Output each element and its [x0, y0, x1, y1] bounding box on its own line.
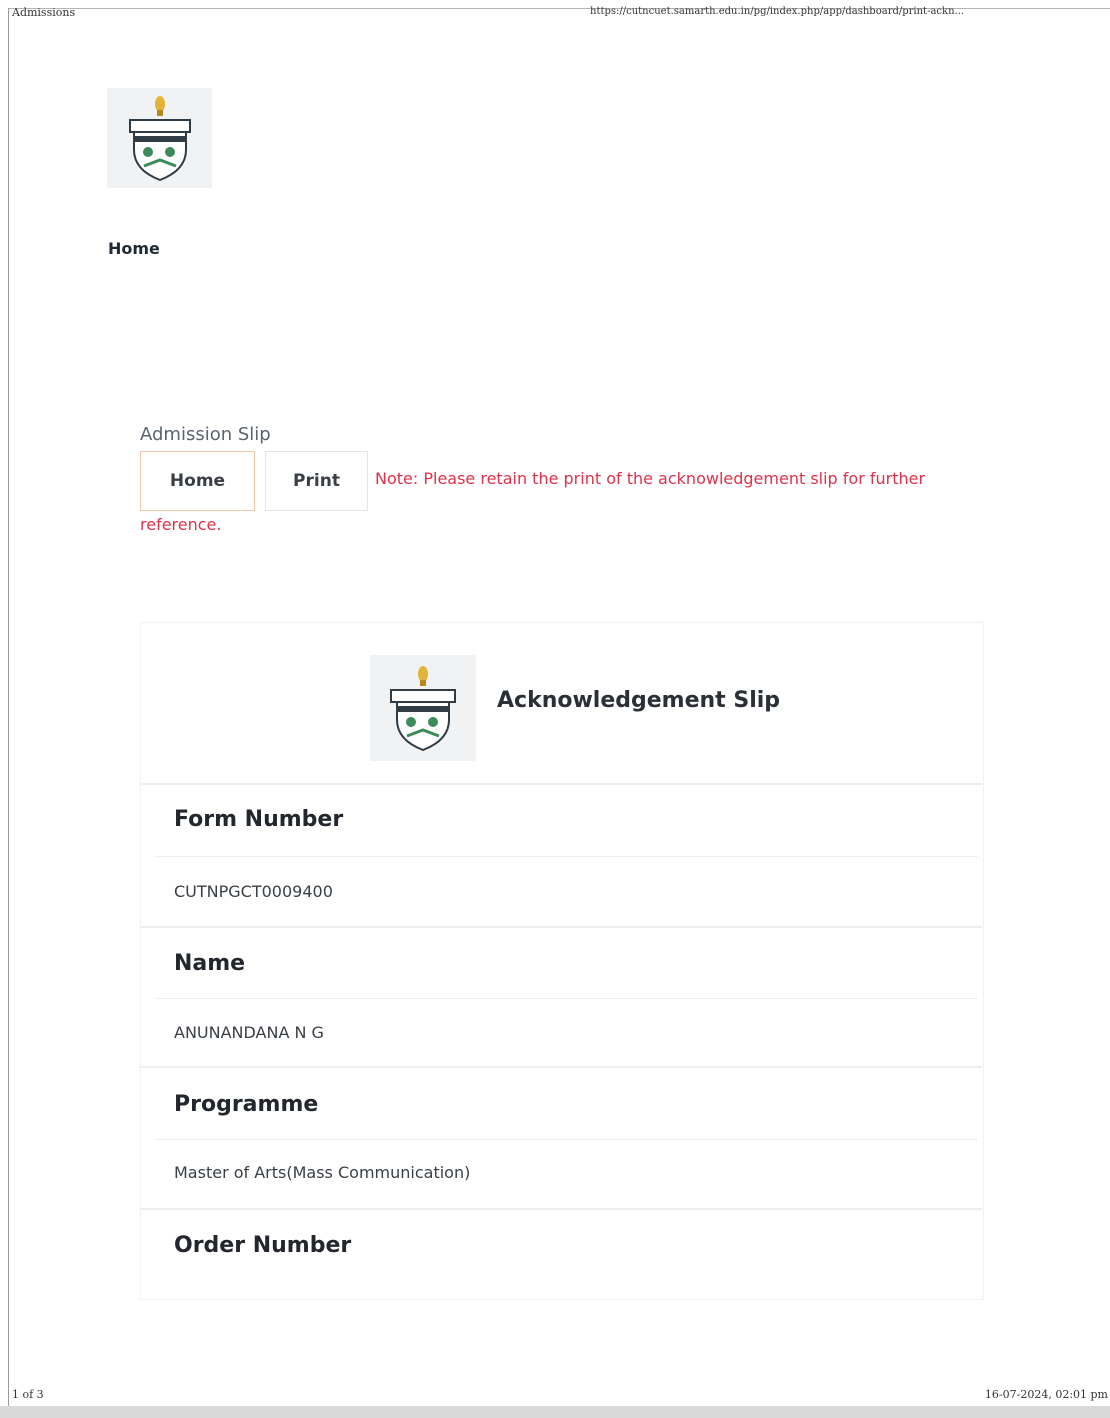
programme-value: Master of Arts(Mass Communication)	[174, 1163, 471, 1182]
page-bottom-strip	[0, 1406, 1110, 1418]
retain-print-note-continued: reference.	[140, 515, 222, 534]
order-number-label: Order Number	[174, 1233, 352, 1258]
row-divider	[154, 856, 978, 857]
university-logo[interactable]	[107, 88, 212, 188]
acknowledgement-slip-card	[140, 622, 984, 1300]
slip-logo	[370, 655, 476, 761]
print-header-title: Admissions	[12, 6, 76, 19]
nav-home-link[interactable]: Home	[108, 239, 160, 258]
university-emblem-icon	[128, 96, 191, 182]
page-border	[8, 8, 9, 1408]
programme-label: Programme	[174, 1092, 319, 1117]
form-number-value: CUTNPGCT0009400	[174, 882, 333, 901]
retain-print-note: Note: Please retain the print of the ack…	[375, 469, 926, 488]
name-label: Name	[174, 951, 246, 976]
row-divider	[154, 1139, 978, 1140]
row-divider	[140, 926, 982, 928]
admission-slip-title: Admission Slip	[140, 424, 271, 445]
print-button[interactable]: Print	[265, 451, 368, 511]
name-value: ANUNANDANA N G	[174, 1023, 324, 1042]
row-divider	[140, 1066, 982, 1068]
form-number-label: Form Number	[174, 807, 344, 832]
home-button[interactable]: Home	[140, 451, 255, 511]
acknowledgement-slip-title: Acknowledgement Slip	[497, 688, 781, 713]
card-header-divider	[140, 783, 982, 785]
row-divider	[154, 998, 978, 999]
row-divider	[140, 1208, 982, 1210]
print-footer-datetime: 16-07-2024, 02:01 pm	[984, 1388, 1108, 1401]
university-emblem-icon	[390, 666, 456, 752]
print-footer-page: 1 of 3	[12, 1388, 44, 1401]
print-header-url: https://cutncuet.samarth.edu.in/pg/index…	[590, 6, 965, 17]
